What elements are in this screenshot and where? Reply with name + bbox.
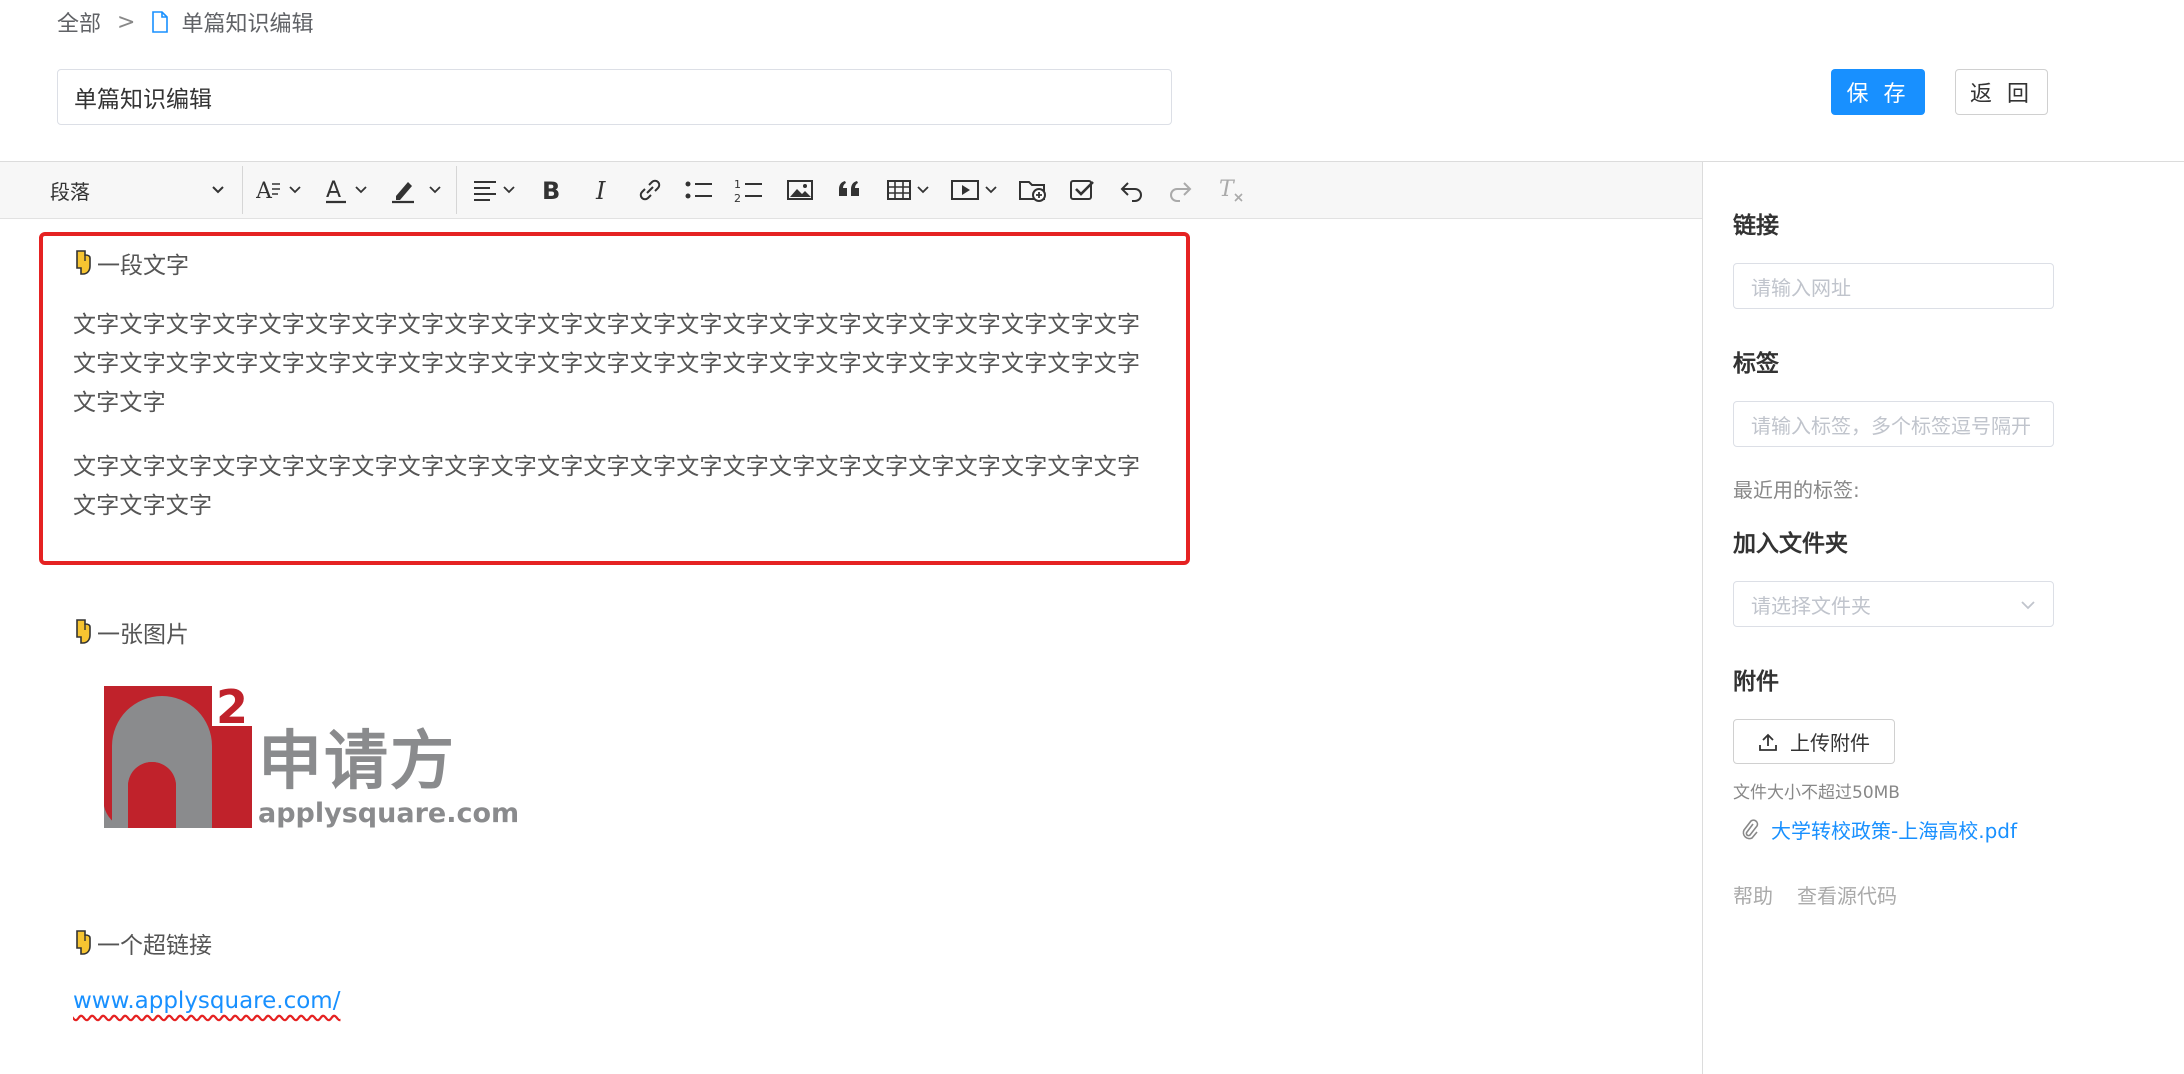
align-icon[interactable] — [472, 176, 522, 204]
folder-select[interactable]: 请选择文件夹 — [1733, 581, 2054, 627]
svg-text:T: T — [1219, 177, 1236, 202]
section-heading: 一张图片 — [73, 614, 189, 650]
paragraph-line: 文字文字文字文字文字文字文字文字文字文字文字文字文字文字文字文字文字文字文字文字… — [73, 312, 1141, 338]
bold-icon[interactable]: B — [540, 176, 564, 204]
undo-icon[interactable] — [1118, 176, 1146, 204]
tags-label: 标签 — [1733, 351, 1779, 377]
image-icon[interactable] — [786, 176, 814, 204]
clear-format-icon[interactable]: T — [1218, 176, 1246, 204]
paragraph-1: 文字文字文字文字文字文字文字文字文字文字文字文字文字文字文字文字文字文字文字文字… — [73, 306, 1173, 423]
video-icon[interactable] — [950, 176, 1002, 204]
section-heading: 一个超链接 — [73, 925, 212, 961]
upload-attachment-label: 上传附件 — [1790, 731, 1870, 755]
section-heading: 一段文字 — [73, 245, 189, 281]
font-color-icon[interactable]: A — [326, 176, 372, 204]
chevron-down-icon — [212, 186, 224, 194]
chevron-down-icon — [2021, 601, 2035, 610]
numbered-list-icon[interactable]: 12 — [734, 176, 764, 204]
link-input[interactable]: 请输入网址 — [1733, 263, 2054, 309]
section-heading-text: 一张图片 — [97, 622, 189, 648]
title-input-value: 单篇知识编辑 — [74, 87, 212, 113]
link-label: 链接 — [1733, 213, 1779, 239]
back-button[interactable]: 返 回 — [1955, 69, 2048, 115]
paragraph-select[interactable]: 段落 — [50, 162, 226, 218]
svg-text:I: I — [595, 177, 606, 204]
svg-text:A: A — [326, 178, 341, 203]
svg-text:A: A — [256, 179, 273, 204]
applysquare-logo-image[interactable]: 2 申请方 applysquare.com — [104, 680, 519, 829]
folder-select-placeholder: 请选择文件夹 — [1751, 593, 1871, 618]
upload-icon — [1759, 733, 1777, 751]
document-icon — [152, 11, 169, 33]
paragraph-2: 文字文字文字文字文字文字文字文字文字文字文字文字文字文字文字文字文字文字文字文字… — [73, 448, 1173, 526]
italic-icon[interactable]: I — [592, 176, 616, 204]
breadcrumb-separator: > — [117, 9, 136, 35]
paragraph-select-value: 段落 — [50, 179, 90, 204]
paperclip-icon — [1742, 819, 1759, 840]
breadcrumb-current: 单篇知识编辑 — [181, 12, 314, 37]
toolbar-divider — [242, 166, 243, 214]
todo-icon[interactable] — [1068, 176, 1096, 204]
logo-superscript: 2 — [216, 680, 249, 734]
section-heading-text: 一个超链接 — [97, 933, 212, 959]
link-icon[interactable] — [636, 176, 664, 204]
recent-tags-label: 最近用的标签: — [1733, 478, 1860, 502]
pointing-hand-icon — [76, 250, 91, 275]
pointing-hand-icon — [76, 930, 91, 955]
toolbar-divider — [456, 166, 457, 214]
hyperlink[interactable]: www.applysquare.com/ — [73, 988, 340, 1014]
attachment-label: 附件 — [1733, 669, 1779, 695]
quote-icon[interactable] — [836, 176, 864, 204]
logo-cn-name: 申请方 — [258, 725, 456, 799]
view-source-link[interactable]: 查看源代码 — [1797, 880, 1897, 909]
table-icon[interactable] — [886, 176, 936, 204]
attachment-file-name: 大学转校政策-上海高校.pdf — [1771, 818, 2018, 843]
font-size-icon[interactable]: A — [256, 176, 306, 204]
help-link[interactable]: 帮助 — [1733, 880, 1773, 909]
breadcrumb: 全部 > 单篇知识编辑 — [57, 4, 313, 40]
breadcrumb-root[interactable]: 全部 — [57, 6, 101, 38]
svg-text:1: 1 — [734, 178, 741, 191]
redo-icon[interactable] — [1166, 176, 1194, 204]
logo-domain: applysquare.com — [258, 798, 520, 829]
file-size-note: 文件大小不超过50MB — [1733, 783, 1900, 803]
editor-toolbar: 段落 A A B I 12 T — [0, 162, 1702, 219]
highlight-icon[interactable] — [390, 176, 446, 204]
paragraph-line: 文字文字文字文字文字文字文字文字文字文字文字文字文字文字文字文字文字文字文字文字… — [73, 351, 1141, 377]
section-heading-text: 一段文字 — [97, 253, 189, 279]
paragraph-line: 文字文字文字文字文字文字文字文字文字文字文字文字文字文字文字文字文字文字文字文字… — [73, 454, 1141, 480]
paragraph-line: 文字文字文字 — [73, 493, 213, 519]
attachment-file[interactable]: 大学转校政策-上海高校.pdf — [1741, 814, 2017, 844]
folder-add-icon[interactable] — [1018, 176, 1048, 204]
sidebar-divider — [1702, 162, 1703, 1074]
title-input[interactable]: 单篇知识编辑 — [57, 69, 1172, 125]
pointing-hand-icon — [76, 619, 91, 644]
upload-attachment-button[interactable]: 上传附件 — [1733, 719, 1895, 764]
paragraph-line: 文字文字 — [73, 390, 166, 416]
svg-text:2: 2 — [734, 192, 741, 204]
svg-text:B: B — [542, 177, 560, 204]
save-button[interactable]: 保 存 — [1831, 69, 1925, 115]
tags-input[interactable]: 请输入标签，多个标签逗号隔开 — [1733, 401, 2054, 447]
folder-label: 加入文件夹 — [1733, 531, 1848, 557]
tags-input-placeholder: 请输入标签，多个标签逗号隔开 — [1751, 413, 2031, 438]
bullet-list-icon[interactable] — [684, 176, 714, 204]
link-input-placeholder: 请输入网址 — [1751, 275, 1851, 300]
